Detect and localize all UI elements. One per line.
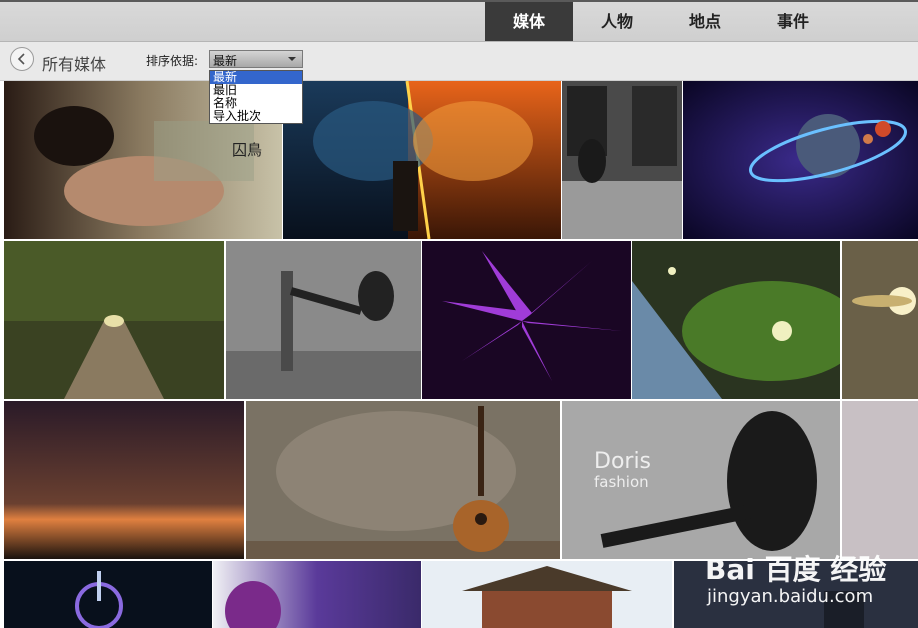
tab-people[interactable]: 人物 bbox=[573, 2, 661, 41]
sort-label: 排序依据: bbox=[146, 54, 199, 68]
thumbnail-image bbox=[562, 81, 682, 239]
thumb-forest-path[interactable] bbox=[4, 241, 224, 399]
thumbnail-image bbox=[213, 561, 421, 628]
sort-dropdown-menu: 最新 最旧 名称 导入批次 bbox=[209, 70, 303, 124]
tab-media[interactable]: 媒体 bbox=[485, 2, 573, 41]
thumbnail-image bbox=[422, 241, 631, 399]
thumb-garden-lights[interactable] bbox=[632, 241, 840, 399]
watermark-url: jingyan.baidu.com bbox=[707, 586, 874, 607]
thumb-pale-portrait[interactable] bbox=[842, 401, 918, 559]
thumbnail-image bbox=[246, 401, 560, 559]
chevron-left-icon bbox=[17, 53, 25, 65]
thumb-night-ferris[interactable] bbox=[4, 561, 212, 628]
tab-places[interactable]: 地点 bbox=[661, 2, 749, 41]
thumbnail-image bbox=[842, 401, 918, 559]
sort-select[interactable]: 最新 bbox=[209, 50, 303, 68]
view-tabs: 媒体 人物 地点 事件 bbox=[485, 2, 837, 41]
thumb-horses-sunset[interactable] bbox=[4, 401, 244, 559]
thumb-library-ruins[interactable] bbox=[562, 81, 682, 239]
thumbnail-image bbox=[4, 561, 212, 628]
thumbnail-image bbox=[226, 241, 421, 399]
sort-option-import-batch[interactable]: 导入批次 bbox=[210, 110, 302, 123]
thumb-fantasy-tree[interactable] bbox=[283, 81, 561, 239]
watermark-logo: Bai 百度 经验 bbox=[705, 553, 887, 586]
thumb-doris-fashion[interactable]: Doris fashion bbox=[562, 401, 840, 559]
back-button[interactable] bbox=[10, 47, 34, 71]
thumb-kick-giant[interactable] bbox=[226, 241, 421, 399]
thumbnail-image bbox=[842, 241, 918, 399]
sort-selected-value: 最新 bbox=[213, 54, 238, 68]
thumbnail-image bbox=[4, 401, 244, 559]
chevron-down-icon bbox=[288, 57, 296, 61]
thumbnail-image bbox=[4, 241, 224, 399]
thumbnail-image bbox=[422, 561, 672, 628]
toolbar: 所有媒体 排序依据: 最新 bbox=[0, 42, 918, 81]
top-bar: 媒体 人物 地点 事件 bbox=[0, 2, 918, 42]
thumb-purple-figure[interactable] bbox=[213, 561, 421, 628]
thumbnail-image bbox=[632, 241, 840, 399]
thumb-purple-leaf[interactable] bbox=[422, 241, 631, 399]
thumb-space-planet[interactable] bbox=[683, 81, 918, 239]
baidu-watermark: Bai 百度 经验 jingyan.baidu.com bbox=[705, 548, 915, 622]
breadcrumb-all-media[interactable]: 所有媒体 bbox=[42, 51, 106, 75]
thumb-chinese-pavilion[interactable] bbox=[422, 561, 672, 628]
tab-events[interactable]: 事件 bbox=[749, 2, 837, 41]
thumb-subtitle: fashion bbox=[594, 473, 649, 491]
thumb-guitar-wall[interactable] bbox=[246, 401, 560, 559]
media-grid: 囚鳥 Doris fashion bbox=[0, 81, 918, 628]
thumb-caption: 囚鳥 bbox=[232, 141, 263, 159]
thumb-title: Doris bbox=[594, 449, 652, 474]
thumb-abstract-gold[interactable] bbox=[842, 241, 918, 399]
thumbnail-image bbox=[283, 81, 561, 239]
thumbnail-image bbox=[683, 81, 918, 239]
